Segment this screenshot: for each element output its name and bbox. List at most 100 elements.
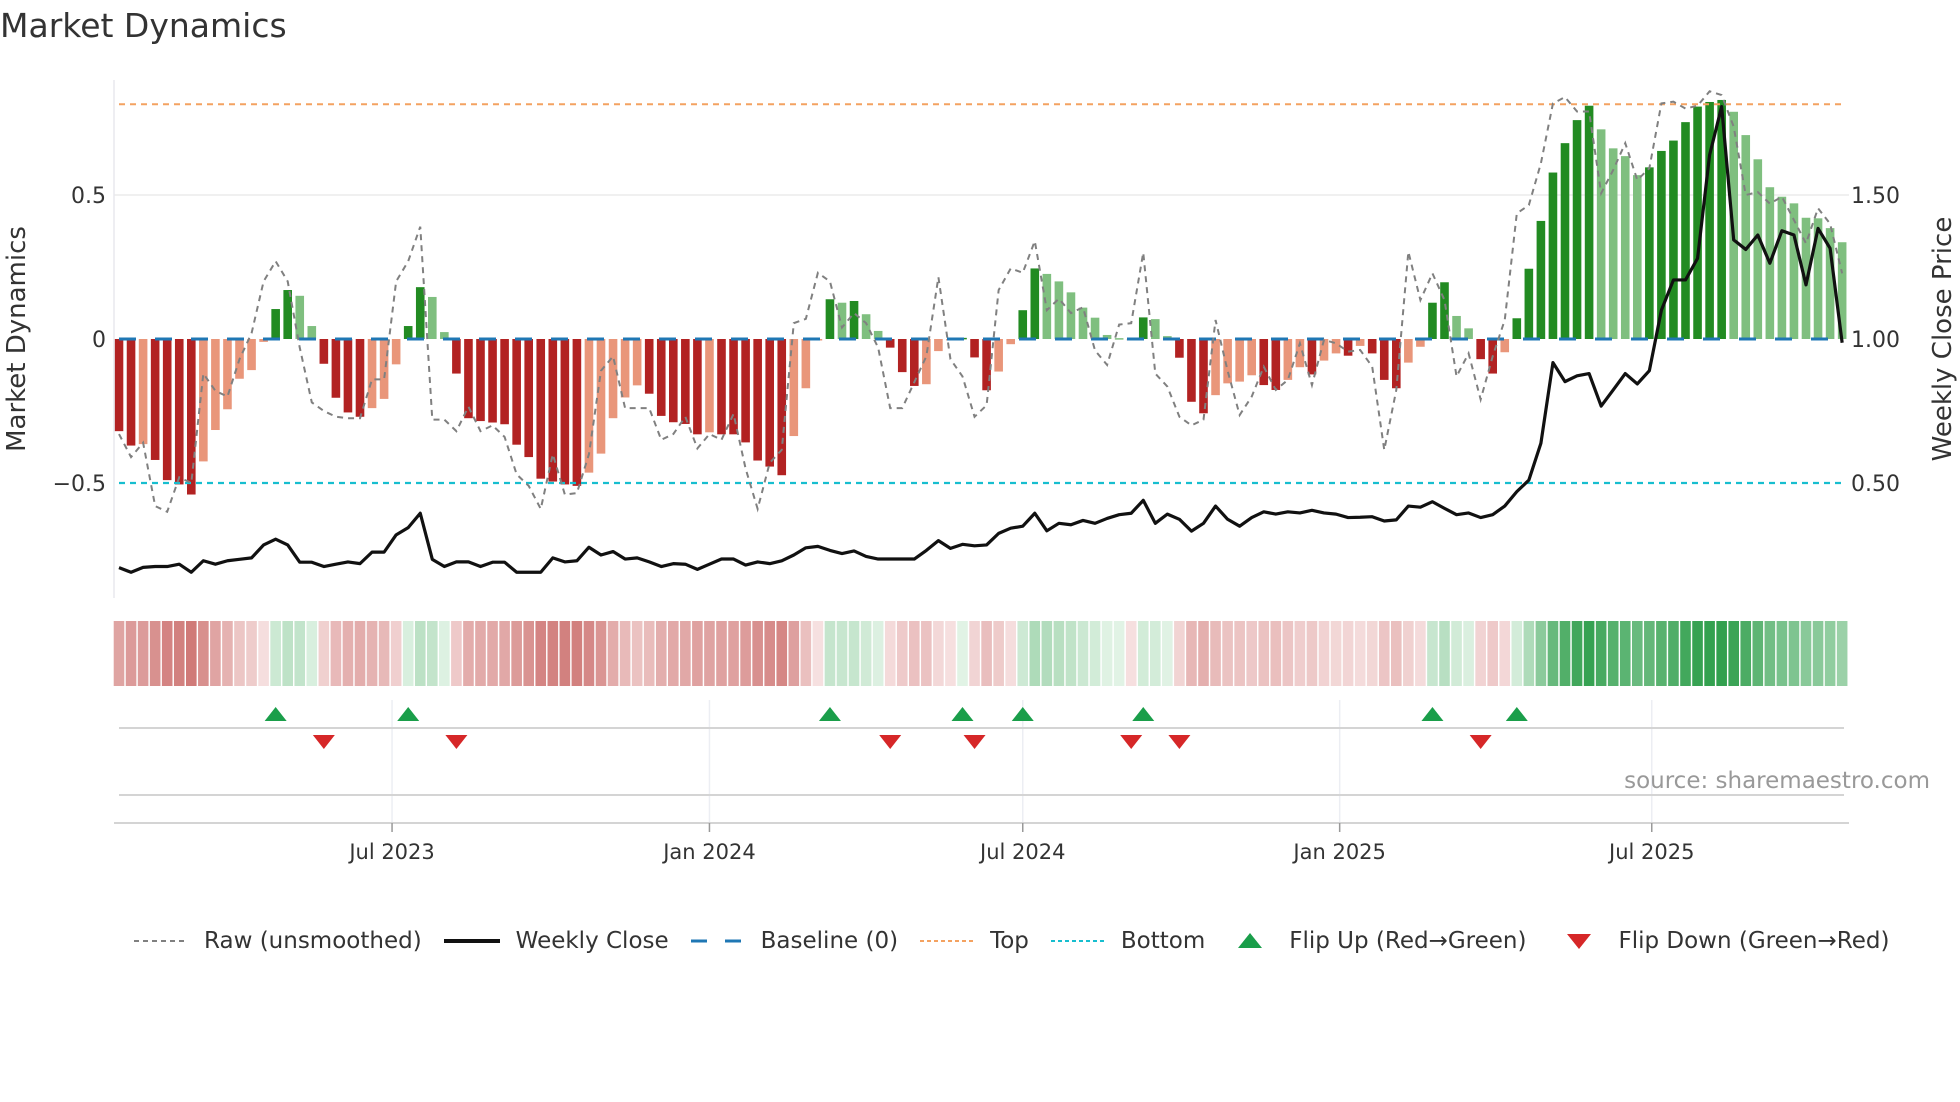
heat-cell xyxy=(1740,621,1752,686)
y-tick-label-right: 1.00 xyxy=(1851,328,1900,353)
bar xyxy=(343,339,353,413)
heat-cell xyxy=(764,621,775,686)
bar xyxy=(1536,220,1546,339)
heat-cell xyxy=(595,621,607,686)
bar xyxy=(1608,148,1618,339)
heat-cell xyxy=(1391,621,1402,686)
bar xyxy=(1066,292,1076,339)
heat-cell xyxy=(848,621,860,686)
bar xyxy=(801,339,811,389)
bar xyxy=(500,339,509,425)
heat-cell xyxy=(872,621,884,686)
bar xyxy=(837,302,847,339)
y-tick-label-right: 1.50 xyxy=(1851,184,1900,209)
heat-cell xyxy=(1150,621,1161,686)
bar xyxy=(150,339,160,460)
heat-cell xyxy=(619,621,631,686)
flip-up-marker xyxy=(818,707,841,721)
heat-cell xyxy=(1499,621,1511,686)
bar xyxy=(1090,317,1100,339)
heat-cell xyxy=(692,621,703,686)
heat-cell xyxy=(1029,621,1041,686)
bar-series xyxy=(114,99,1847,495)
heat-cell xyxy=(535,621,547,686)
legend-label: Flip Down (Green→Red) xyxy=(1618,928,1890,954)
heat-cell xyxy=(1318,621,1330,686)
bar xyxy=(1054,281,1064,339)
bar xyxy=(187,339,196,495)
heat-cell xyxy=(173,621,185,686)
bar xyxy=(1078,307,1088,339)
heat-cell xyxy=(1017,621,1029,686)
bar xyxy=(1584,105,1594,339)
heat-cell xyxy=(716,621,727,686)
flip-down-marker xyxy=(312,735,335,749)
bar xyxy=(1259,339,1269,386)
heat-cell xyxy=(800,621,812,686)
heat-cell xyxy=(1234,621,1245,686)
bar xyxy=(1753,159,1763,339)
heat-cell xyxy=(788,621,800,686)
heat-cell xyxy=(270,621,281,686)
heat-cell xyxy=(125,621,137,686)
heat-cell xyxy=(186,621,197,686)
heat-cell xyxy=(583,621,595,686)
heat-strip xyxy=(113,621,1848,686)
y-axis-label-left: Market Dynamics xyxy=(2,226,32,452)
legend-item-flip-down: Flip Down (Green→Red) xyxy=(1564,928,1889,954)
bar xyxy=(1030,268,1040,339)
heat-cell xyxy=(1354,621,1366,686)
bar xyxy=(126,339,136,446)
bar xyxy=(1789,203,1799,339)
heat-cell xyxy=(318,621,330,686)
bar xyxy=(970,339,979,358)
heat-cell xyxy=(1668,621,1679,686)
heat-cell xyxy=(1162,621,1173,686)
heat-cell xyxy=(523,621,534,686)
bar xyxy=(1620,156,1630,339)
heat-cell xyxy=(1378,621,1390,686)
bar xyxy=(1596,129,1606,339)
heat-cell xyxy=(1656,621,1667,686)
bar xyxy=(729,339,738,435)
bar xyxy=(271,309,280,339)
bar xyxy=(560,339,570,485)
flip-up-marker xyxy=(951,707,974,721)
heat-cell xyxy=(1053,621,1065,686)
heat-cell xyxy=(704,621,715,686)
heat-cell xyxy=(402,621,414,686)
flip-up-marker xyxy=(397,707,420,721)
x-tick-label: Jul 2023 xyxy=(347,840,434,864)
heat-cell xyxy=(1511,621,1523,686)
heat-cell xyxy=(1607,621,1619,686)
bar xyxy=(1404,339,1413,363)
legend-label: Flip Up (Red→Green) xyxy=(1289,928,1527,954)
heat-cell xyxy=(1463,621,1474,686)
bar xyxy=(138,339,148,445)
heat-cell xyxy=(294,621,306,686)
bar xyxy=(825,299,835,339)
bar xyxy=(1042,273,1052,339)
legend-item-weekly-close: Weekly Close xyxy=(442,928,669,954)
legend: Raw (unsmoothed) Weekly Close Baseline (… xyxy=(132,924,1909,958)
heat-cell xyxy=(1644,621,1655,686)
bar xyxy=(741,339,750,443)
bar xyxy=(632,339,642,386)
heat-cell xyxy=(1788,621,1800,686)
heat-cell xyxy=(812,621,824,686)
bar xyxy=(849,300,859,339)
bar xyxy=(1175,339,1184,358)
bar xyxy=(994,339,1003,372)
heat-cell xyxy=(1728,621,1739,686)
heat-cell xyxy=(547,621,559,686)
heat-cell xyxy=(1487,621,1498,686)
source-credit: source: sharemaestro.com xyxy=(1624,768,1930,794)
heat-cell xyxy=(1210,621,1221,686)
legend-label: Bottom xyxy=(1120,928,1206,954)
bar xyxy=(669,339,678,423)
bar xyxy=(319,339,329,364)
heat-cell xyxy=(414,621,426,686)
heat-cell xyxy=(1246,621,1257,686)
heat-cell xyxy=(1632,621,1643,686)
heat-cell xyxy=(1836,621,1848,686)
